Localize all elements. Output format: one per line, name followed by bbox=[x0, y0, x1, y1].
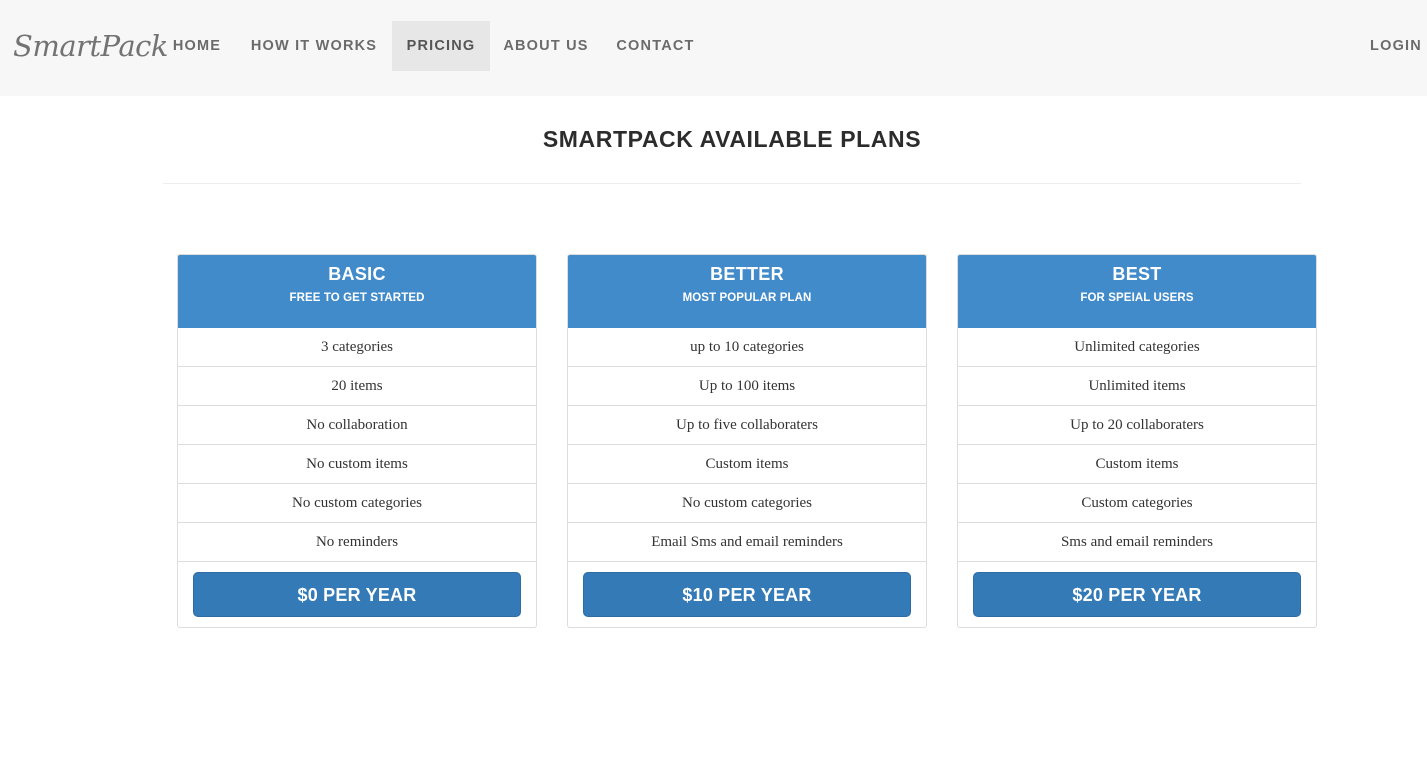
feature-item: Unlimited items bbox=[958, 367, 1316, 406]
feature-item: Up to 20 collaboraters bbox=[958, 406, 1316, 445]
price-button[interactable]: $10 PER YEAR bbox=[583, 572, 911, 617]
feature-item: Custom items bbox=[958, 445, 1316, 484]
plan-name: BASIC bbox=[328, 264, 386, 284]
feature-item: 20 items bbox=[178, 367, 536, 406]
feature-item: Email Sms and email reminders bbox=[568, 523, 926, 562]
plan-header: BETTER MOST POPULAR PLAN bbox=[568, 255, 926, 328]
feature-item: Custom items bbox=[568, 445, 926, 484]
feature-item: No reminders bbox=[178, 523, 536, 562]
feature-item: up to 10 categories bbox=[568, 328, 926, 367]
feature-item: Up to 100 items bbox=[568, 367, 926, 406]
nav-home[interactable]: HOME bbox=[159, 21, 235, 71]
brand-logo[interactable]: SmartPack bbox=[13, 26, 169, 66]
top-navbar: SmartPack HOME HOW IT WORKS PRICING ABOU… bbox=[0, 0, 1427, 96]
plan-card-best: BEST FOR SPEIAL USERS Unlimited categori… bbox=[957, 254, 1317, 628]
nav-how-it-works[interactable]: HOW IT WORKS bbox=[238, 21, 390, 71]
plan-tagline: FOR SPEIAL USERS bbox=[1080, 292, 1194, 304]
feature-item: No custom categories bbox=[178, 484, 536, 523]
feature-item: Custom categories bbox=[958, 484, 1316, 523]
plan-card-basic: BASIC FREE TO GET STARTED 3 categories 2… bbox=[177, 254, 537, 628]
nav-about-us[interactable]: ABOUT US bbox=[491, 21, 601, 71]
title-divider bbox=[163, 183, 1301, 184]
plan-header: BASIC FREE TO GET STARTED bbox=[178, 255, 536, 328]
feature-item: 3 categories bbox=[178, 328, 536, 367]
feature-list: Unlimited categories Unlimited items Up … bbox=[958, 328, 1316, 562]
nav-pricing[interactable]: PRICING bbox=[392, 21, 490, 71]
feature-item: Up to five collaboraters bbox=[568, 406, 926, 445]
plan-card-better: BETTER MOST POPULAR PLAN up to 10 catego… bbox=[567, 254, 927, 628]
price-button[interactable]: $20 PER YEAR bbox=[973, 572, 1301, 617]
page-title: SMARTPACK AVAILABLE PLANS bbox=[542, 126, 922, 152]
feature-item: No custom items bbox=[178, 445, 536, 484]
feature-item: Sms and email reminders bbox=[958, 523, 1316, 562]
feature-list: 3 categories 20 items No collaboration N… bbox=[178, 328, 536, 562]
feature-item: Unlimited categories bbox=[958, 328, 1316, 367]
feature-item: No collaboration bbox=[178, 406, 536, 445]
plan-name: BETTER bbox=[710, 264, 784, 284]
plan-tagline: MOST POPULAR PLAN bbox=[682, 292, 812, 304]
feature-list: up to 10 categories Up to 100 items Up t… bbox=[568, 328, 926, 562]
plan-header: BEST FOR SPEIAL USERS bbox=[958, 255, 1316, 328]
nav-login[interactable]: LOGIN bbox=[1357, 21, 1427, 71]
price-button[interactable]: $0 PER YEAR bbox=[193, 572, 521, 617]
feature-item: No custom categories bbox=[568, 484, 926, 523]
plan-tagline: FREE TO GET STARTED bbox=[289, 292, 425, 304]
nav-contact[interactable]: CONTACT bbox=[603, 21, 708, 71]
plan-name: BEST bbox=[1112, 264, 1162, 284]
